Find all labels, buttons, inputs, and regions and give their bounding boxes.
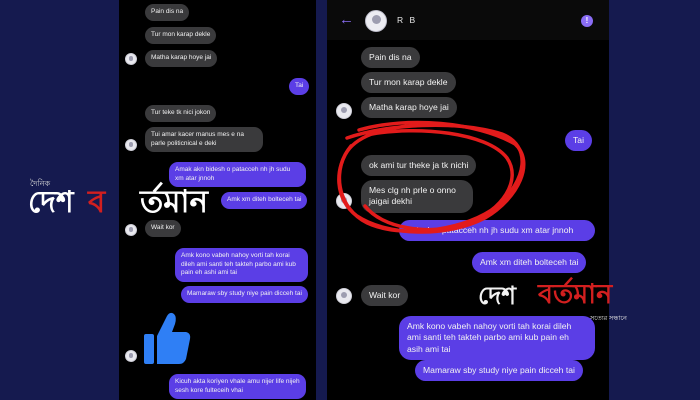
watermark-tagline: সত্যের সন্ধানে <box>590 315 627 322</box>
message-outgoing: Amk kono vabeh nahoy vorti tah korai dil… <box>399 316 595 361</box>
right-chat-screenshot: ← R B ! Pain dis na Tur mon karap dekle … <box>327 0 609 400</box>
message-outgoing: Tai <box>565 130 592 152</box>
message-outgoing: Tai <box>289 78 310 95</box>
message-outgoing: Amk xm diteh bolteceh tai <box>472 252 587 274</box>
watermark-logo: দেশ <box>28 186 74 219</box>
message-incoming: Tur teke tk nici jokon <box>145 105 217 122</box>
message-incoming: Tur mon karap dekle <box>361 72 456 94</box>
message-outgoing: Mamaraw sby study niye pain dicceh tai <box>415 360 583 382</box>
message-incoming: Pain dis na <box>361 47 420 69</box>
contact-avatar <box>336 193 352 209</box>
thumbs-up-icon <box>144 312 191 364</box>
contact-avatar <box>125 350 137 362</box>
back-arrow-icon[interactable]: ← <box>339 12 354 27</box>
message-incoming: Matha karap hoye jai <box>361 97 457 119</box>
contact-name[interactable]: R B <box>397 15 417 25</box>
message-outgoing: bidesh o patacceh nh jh sudu xm atar jnn… <box>399 220 595 242</box>
watermark-logo: দেশ <box>478 282 517 310</box>
message-incoming: Matha karap hoye jai <box>145 50 218 67</box>
message-outgoing: Mamaraw sby study niye pain dicceh tai <box>181 286 308 303</box>
message-outgoing: Amk xm diteh bolteceh tai <box>221 192 308 209</box>
contact-avatar <box>125 224 137 236</box>
message-incoming: Wait kor <box>145 220 181 237</box>
message-incoming: Mes clg nh prle o onno jaigai dekhi <box>361 180 473 213</box>
message-incoming: Tur mon karap dekle <box>145 27 217 44</box>
watermark-logo: র্তমান <box>140 184 208 219</box>
watermark-logo: বর্তমান <box>538 279 613 309</box>
contact-avatar <box>336 288 352 304</box>
message-outgoing: Amk kono vabeh nahoy vorti tah korai dil… <box>175 248 308 282</box>
message-outgoing: Kicuh akta koriyen vhale amu nijer life … <box>169 374 306 400</box>
message-incoming: Pain dis na <box>145 4 190 21</box>
message-incoming: Wait kor <box>361 285 409 307</box>
contact-avatar <box>336 103 352 119</box>
info-icon[interactable]: ! <box>581 15 593 27</box>
contact-avatar <box>125 139 137 151</box>
message-incoming: ok ami tur theke ja tk nichi <box>361 155 477 177</box>
contact-avatar <box>125 53 137 65</box>
chat-header: ← R B ! <box>327 0 609 40</box>
watermark-logo: ব <box>88 184 106 219</box>
contact-avatar[interactable] <box>365 10 387 32</box>
message-incoming: Tui amar kacer manus mes e na parle poli… <box>145 127 263 153</box>
